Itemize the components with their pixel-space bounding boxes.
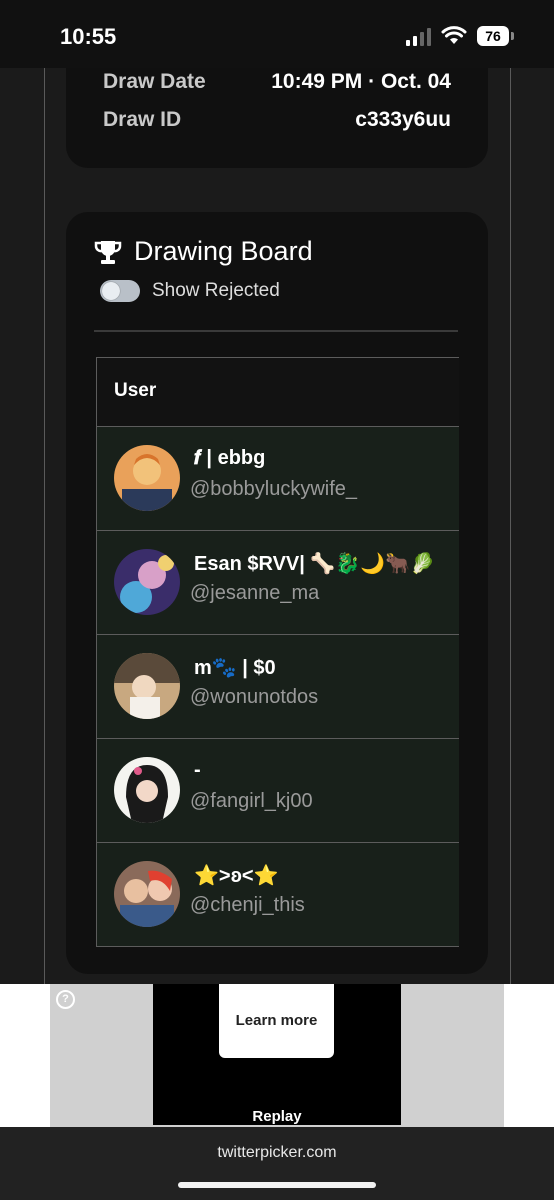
status-bar: 10:55 76 [0, 0, 554, 68]
avatar [114, 757, 180, 823]
row-display-name: m🐾 | $0 [194, 657, 276, 679]
toggle-knob [102, 282, 120, 300]
frame-border-right [510, 68, 511, 984]
draw-id-row: Draw ID c333y6uu [103, 108, 451, 132]
table-row[interactable]: 𝒇 | ebbg @bobbyluckywife_ [97, 427, 459, 531]
replay-button[interactable]: Replay [153, 1108, 401, 1125]
table-row[interactable]: - @fangirl_kj00 [97, 739, 459, 843]
divider [94, 330, 458, 332]
avatar [114, 653, 180, 719]
ad-banner: ? Learn more Replay [0, 984, 554, 1127]
home-indicator[interactable] [178, 1182, 376, 1188]
show-rejected-toggle[interactable] [100, 280, 140, 302]
draw-date-value: 10:49 PM · Oct. 04 [271, 70, 451, 93]
draw-date-row: Draw Date 10:49 PM · Oct. 04 [103, 70, 451, 94]
user-table: User 𝒇 | ebbg @bobbyluckywife_ Esan $RVV… [96, 357, 459, 947]
draw-id-value: c333y6uu [355, 108, 451, 131]
row-display-name: Esan $RVV| 🦴🐉🌙🐂🥬 [194, 553, 435, 575]
address-bar[interactable]: twitterpicker.com [0, 1144, 554, 1162]
battery-icon: 76 [477, 26, 509, 46]
ad-info-icon[interactable]: ? [56, 990, 75, 1009]
table-body: 𝒇 | ebbg @bobbyluckywife_ Esan $RVV| 🦴🐉🌙… [97, 427, 459, 946]
show-rejected-row: Show Rejected [100, 280, 280, 302]
wifi-icon [441, 26, 467, 44]
table-row[interactable]: Esan $RVV| 🦴🐉🌙🐂🥬 @jesanne_ma [97, 531, 459, 635]
show-rejected-label: Show Rejected [152, 280, 280, 301]
learn-more-button[interactable]: Learn more [219, 984, 334, 1058]
battery-tip [511, 32, 514, 40]
row-display-name: ⭐>ʚ<⭐ [194, 865, 279, 887]
row-display-name: - [194, 759, 201, 781]
board-title: Drawing Board [134, 236, 313, 266]
cellular-signal-icon [406, 28, 431, 46]
frame-border-left [44, 68, 45, 984]
draw-date-label: Draw Date [103, 70, 206, 93]
table-header: User [97, 358, 459, 427]
draw-id-label: Draw ID [103, 108, 182, 131]
status-time: 10:55 [60, 24, 117, 49]
browser-bottom-bar: twitterpicker.com [0, 1127, 554, 1200]
row-handle: @chenji_this [190, 894, 305, 916]
row-display-name: 𝒇 | ebbg [194, 447, 266, 469]
avatar [114, 861, 180, 927]
avatar [114, 445, 180, 511]
table-row[interactable]: ⭐>ʚ<⭐ @chenji_this [97, 843, 459, 946]
avatar [114, 549, 180, 615]
row-handle: @bobbyluckywife_ [190, 478, 358, 500]
column-header-user: User [114, 380, 157, 401]
row-handle: @jesanne_ma [190, 582, 320, 604]
row-handle: @fangirl_kj00 [190, 790, 313, 812]
row-handle: @wonunotdos [190, 686, 319, 708]
board-header: Drawing Board [94, 236, 313, 267]
drawing-board-card: Drawing Board Show Rejected User 𝒇 | ebb… [66, 212, 488, 974]
table-row[interactable]: m🐾 | $0 @wonunotdos [97, 635, 459, 739]
trophy-icon [94, 240, 122, 264]
